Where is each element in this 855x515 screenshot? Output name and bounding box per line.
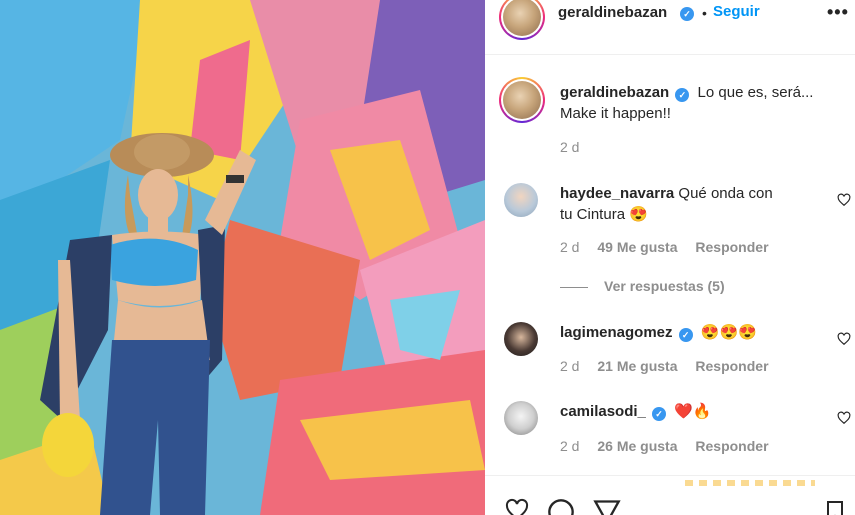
verified-badge-icon: ✓ xyxy=(680,7,694,21)
comment-meta: 2 d 21 Me gusta Responder xyxy=(560,358,783,374)
comment-time[interactable]: 2 d xyxy=(560,438,579,454)
separator-dot: • xyxy=(702,5,707,21)
reply-button[interactable]: Responder xyxy=(695,239,768,255)
view-replies-button[interactable]: Ver respuestas (5) xyxy=(560,278,725,294)
comment-line1: ❤️🔥 xyxy=(674,403,712,420)
like-heart-icon[interactable] xyxy=(837,332,851,346)
comment-likes[interactable]: 21 Me gusta xyxy=(597,358,677,374)
comment-text: haydee_navarra Qué onda con xyxy=(560,183,820,204)
verified-badge-icon: ✓ xyxy=(652,407,667,421)
like-heart-icon[interactable] xyxy=(837,193,851,207)
comment-username[interactable]: camilasodi_ xyxy=(560,403,646,420)
comment-meta: 2 d 49 Me gusta Responder xyxy=(560,239,783,255)
replies-divider xyxy=(560,286,588,288)
comment-line2: tu Cintura 😍 xyxy=(560,206,648,223)
view-replies-label: Ver respuestas (5) xyxy=(604,278,725,294)
verified-badge-icon: ✓ xyxy=(678,328,693,342)
action-bar xyxy=(485,475,855,515)
comment-meta: 2 d 26 Me gusta Responder xyxy=(560,438,783,454)
comment-username[interactable]: lagimenagomez xyxy=(560,324,673,341)
like-heart-icon[interactable] xyxy=(503,498,531,515)
caption-avatar[interactable] xyxy=(499,77,545,123)
comment-avatar[interactable] xyxy=(504,183,538,217)
post-header: geraldinebazan ✓ • Seguir ••• xyxy=(485,0,855,55)
comment-text: camilasodi_ ✓ ❤️🔥 xyxy=(560,401,820,422)
author-avatar[interactable] xyxy=(499,0,545,40)
comment-time[interactable]: 2 d xyxy=(560,358,579,374)
reply-button[interactable]: Responder xyxy=(695,438,768,454)
post-panel: geraldinebazan ✓ • Seguir ••• geraldineb… xyxy=(485,0,855,515)
comment-username[interactable]: haydee_navarra xyxy=(560,185,674,202)
share-icon[interactable] xyxy=(593,498,621,515)
like-heart-icon[interactable] xyxy=(837,411,851,425)
comment-text: lagimenagomez ✓ 😍😍😍 xyxy=(560,322,820,343)
comment-time[interactable]: 2 d xyxy=(560,239,579,255)
reply-button[interactable]: Responder xyxy=(695,358,768,374)
comment-icon[interactable] xyxy=(547,498,575,515)
comment-avatar[interactable] xyxy=(504,322,538,356)
caption-username[interactable]: geraldinebazan xyxy=(560,84,669,101)
header-username[interactable]: geraldinebazan xyxy=(558,4,667,21)
comment-line1: 😍😍😍 xyxy=(700,324,757,341)
caption-line1: Lo que es, será... xyxy=(697,84,814,101)
follow-button[interactable]: Seguir xyxy=(713,3,760,20)
more-options-icon[interactable]: ••• xyxy=(827,2,849,23)
bookmark-icon[interactable] xyxy=(823,500,847,515)
mural-illustration xyxy=(0,0,485,515)
comment-line1: Qué onda con xyxy=(678,185,773,202)
caption-text: geraldinebazan ✓ Lo que es, será... xyxy=(560,82,850,103)
caption-line2: Make it happen!! xyxy=(560,105,671,122)
caption-time[interactable]: 2 d xyxy=(560,139,579,155)
comment-likes[interactable]: 49 Me gusta xyxy=(597,239,677,255)
comment-avatar[interactable] xyxy=(504,401,538,435)
post-photo[interactable] xyxy=(0,0,485,515)
verified-badge-icon: ✓ xyxy=(675,88,690,102)
comment-likes[interactable]: 26 Me gusta xyxy=(597,438,677,454)
